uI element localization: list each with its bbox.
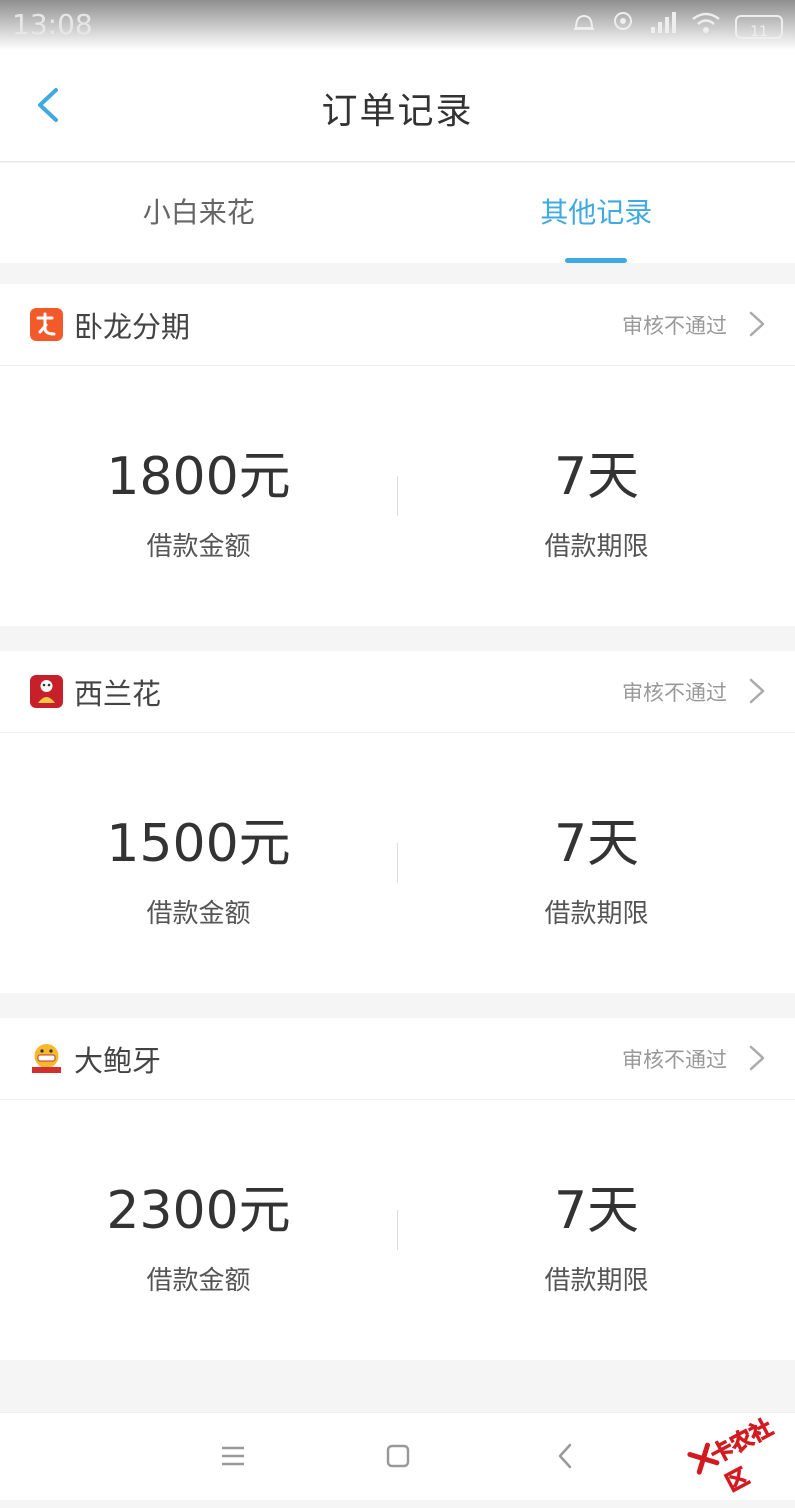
wifi-icon (691, 11, 721, 42)
loan-amount: 1500元 (0, 801, 397, 876)
record-card: 西兰花 审核不通过 1500元 借款金额 7天 借款期限 (0, 651, 795, 993)
menu-icon (216, 1439, 250, 1473)
record-name: 西兰花 (74, 671, 161, 713)
loan-amount-label: 借款金额 (0, 893, 397, 930)
term-column: 7天 借款期限 (398, 1100, 795, 1360)
record-card: 卧龙分期 审核不通过 1800元 借款金额 7天 借款期限 (0, 284, 795, 626)
term-column: 7天 借款期限 (398, 733, 795, 993)
tab-xiaobai[interactable]: 小白来花 (0, 163, 398, 263)
home-square-icon (381, 1439, 415, 1473)
alarm-icon (571, 10, 597, 43)
loan-term: 7天 (398, 1168, 795, 1243)
record-status: 审核不通过 (622, 677, 727, 707)
status-time: 13:08 (12, 8, 93, 41)
long-logo-icon (30, 308, 63, 341)
chevron-right-icon (747, 310, 767, 338)
record-body: 1800元 借款金额 7天 借款期限 (0, 366, 795, 626)
loan-amount: 1800元 (0, 434, 397, 509)
record-body: 1500元 借款金额 7天 借款期限 (0, 733, 795, 993)
record-card: 大鲍牙 审核不通过 2300元 借款金额 7天 借款期限 (0, 1018, 795, 1360)
tab-other-records[interactable]: 其他记录 (398, 163, 795, 263)
record-header[interactable]: 大鲍牙 审核不通过 (0, 1018, 795, 1100)
system-nav-bar (0, 1412, 795, 1500)
loan-amount-label: 借款金额 (0, 1260, 397, 1297)
record-status: 审核不通过 (622, 310, 727, 340)
chevron-right-icon (747, 1044, 767, 1072)
loan-term-label: 借款期限 (398, 893, 795, 930)
record-status: 审核不通过 (622, 1044, 727, 1074)
signal-icon (649, 11, 677, 42)
record-name: 大鲍牙 (74, 1038, 161, 1080)
tab-bar: 小白来花 其他记录 (0, 163, 795, 263)
record-header[interactable]: 卧龙分期 审核不通过 (0, 284, 795, 366)
location-icon (611, 10, 635, 43)
loan-term: 7天 (398, 801, 795, 876)
loan-term-label: 借款期限 (398, 526, 795, 563)
xilanhua-logo-icon (30, 675, 63, 708)
loan-amount: 2300元 (0, 1168, 397, 1243)
record-header[interactable]: 西兰花 审核不通过 (0, 651, 795, 733)
amount-column: 2300元 借款金额 (0, 1100, 397, 1360)
term-column: 7天 借款期限 (398, 366, 795, 626)
record-name: 卧龙分期 (74, 304, 190, 346)
triangle-back-icon (549, 1439, 583, 1473)
nav-back-button[interactable] (549, 1439, 583, 1473)
loan-term-label: 借款期限 (398, 1260, 795, 1297)
chevron-right-icon (747, 677, 767, 705)
battery-icon: 11 (735, 15, 783, 39)
amount-column: 1800元 借款金额 (0, 366, 397, 626)
status-bar: 13:08 11 (0, 0, 795, 50)
menu-button[interactable] (216, 1439, 250, 1473)
amount-column: 1500元 借款金额 (0, 733, 397, 993)
loan-term: 7天 (398, 434, 795, 509)
record-body: 2300元 借款金额 7天 借款期限 (0, 1100, 795, 1360)
nav-header: 订单记录 (0, 50, 795, 162)
status-icons: 11 (571, 10, 783, 43)
home-button[interactable] (381, 1439, 415, 1473)
loan-amount-label: 借款金额 (0, 526, 397, 563)
dabaoya-logo-icon (30, 1042, 63, 1075)
page-title: 订单记录 (0, 82, 795, 134)
battery-level: 11 (750, 17, 768, 47)
